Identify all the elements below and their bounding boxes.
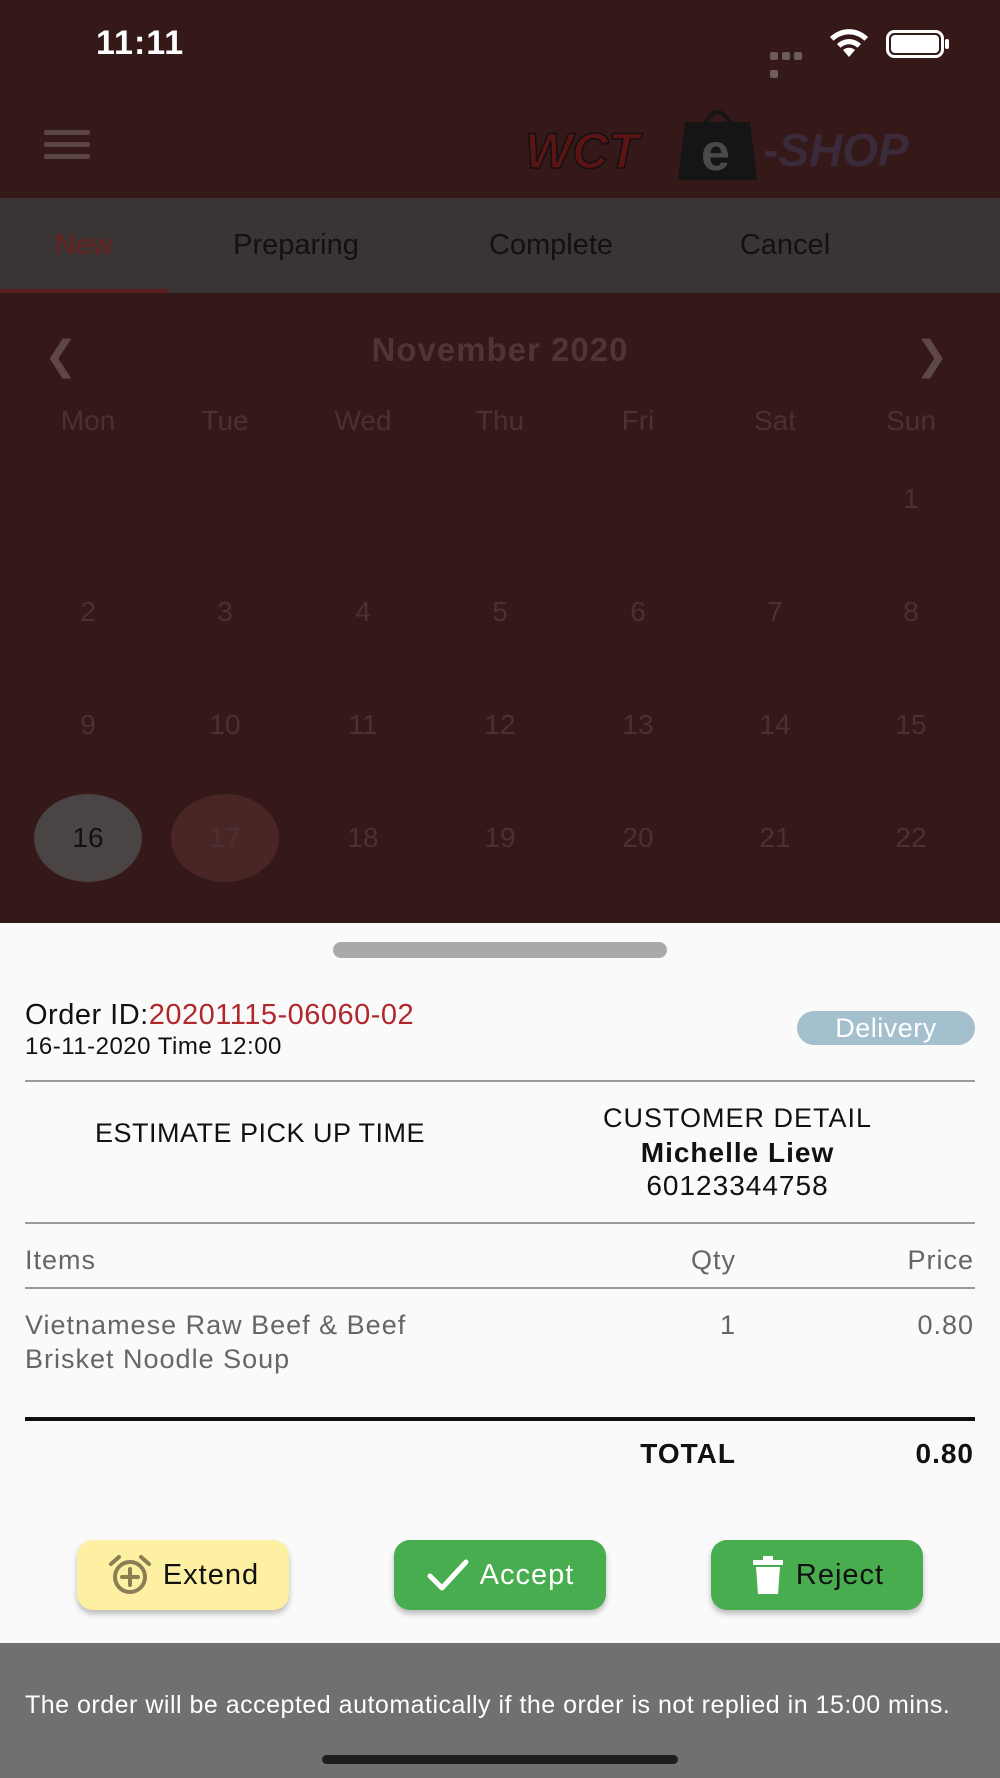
calendar: ❮ November 2020 ❯ Mon Tue Wed Thu Fri Sa…	[0, 293, 1000, 923]
wifi-icon	[830, 29, 868, 57]
order-id-line: Order ID:20201115-06060-02	[25, 999, 414, 1032]
calendar-day[interactable]: 5	[431, 596, 569, 628]
trash-icon	[752, 1556, 783, 1594]
accept-button[interactable]: Accept	[394, 1540, 606, 1610]
customer-name: Michelle Liew	[640, 1137, 835, 1168]
item-name: Vietnamese Raw Beef & Beef Brisket Noodl…	[25, 1308, 585, 1376]
calendar-day[interactable]: 6	[569, 596, 707, 628]
calendar-day[interactable]: 12	[431, 709, 569, 741]
divider	[25, 1287, 975, 1289]
order-id-label: Order ID:	[25, 999, 149, 1031]
accept-button-label: Accept	[479, 1558, 575, 1591]
calendar-day[interactable]: 1	[842, 483, 980, 515]
calendar-day[interactable]: 21	[706, 822, 844, 854]
order-id-value: 20201115-06060-02	[148, 999, 415, 1031]
customer-detail-title: CUSTOMER DETAIL	[602, 1103, 873, 1133]
extend-button-label: Extend	[162, 1558, 260, 1591]
status-time: 11:11	[96, 24, 185, 62]
home-indicator[interactable]	[322, 1755, 678, 1764]
calendar-day[interactable]: 3	[156, 596, 294, 628]
calendar-day[interactable]: 11	[294, 709, 432, 741]
calendar-day[interactable]: 4	[294, 596, 432, 628]
reject-button-label: Reject	[795, 1558, 885, 1591]
extend-button[interactable]: Extend	[77, 1540, 289, 1610]
calendar-day[interactable]: 15	[842, 709, 980, 741]
item-price: 0.80	[917, 1310, 974, 1340]
svg-text:e: e	[701, 124, 730, 182]
total-divider	[25, 1417, 975, 1421]
reject-button[interactable]: Reject	[711, 1540, 923, 1610]
calendar-day[interactable]: 18	[294, 822, 432, 854]
delivery-type-badge: Delivery	[797, 1011, 975, 1045]
total-label: TOTAL	[640, 1438, 736, 1469]
weekday-label: Fri	[621, 405, 655, 436]
app-header: WCT e -SHOP	[0, 90, 1000, 198]
customer-phone[interactable]: 60123344758	[500, 1170, 975, 1202]
svg-text:WCT: WCT	[525, 123, 643, 179]
calendar-day[interactable]: 19	[431, 822, 569, 854]
signal-icon	[770, 47, 816, 78]
calendar-day[interactable]: 10	[156, 709, 294, 741]
next-month-icon[interactable]: ❯	[915, 333, 949, 379]
sheet-drag-handle[interactable]	[333, 942, 667, 958]
order-datetime: 16-11-2020 Time 12:00	[25, 1033, 282, 1060]
order-detail-sheet: Order ID:20201115-06060-02 16-11-2020 Ti…	[0, 923, 1000, 1643]
check-icon	[427, 1559, 469, 1591]
calendar-month-title: November 2020	[371, 331, 629, 368]
estimate-pickup-label: ESTIMATE PICK UP TIME	[94, 1118, 426, 1148]
item-qty: 1	[719, 1310, 736, 1340]
tab-cancel[interactable]: Cancel	[700, 198, 870, 293]
weekday-label: Tue	[201, 405, 249, 436]
tab-new[interactable]: New	[0, 198, 168, 293]
auto-accept-footer: The order will be accepted automatically…	[0, 1643, 1000, 1778]
price-column-header: Price	[907, 1245, 974, 1275]
weekday-label: Sat	[753, 405, 797, 436]
calendar-day[interactable]: 20	[569, 822, 707, 854]
brand-logo: WCT e -SHOP	[525, 110, 909, 182]
status-bar: 11:11	[0, 0, 1000, 90]
calendar-day[interactable]: 17	[156, 822, 294, 854]
weekday-label: Wed	[334, 405, 392, 436]
tab-complete[interactable]: Complete	[450, 198, 652, 293]
item-name-line: Vietnamese Raw Beef & Beef	[25, 1310, 407, 1340]
calendar-day[interactable]: 22	[842, 822, 980, 854]
calendar-day[interactable]: 9	[19, 709, 157, 741]
calendar-day[interactable]: 14	[706, 709, 844, 741]
calendar-day[interactable]: 8	[842, 596, 980, 628]
total-value: 0.80	[915, 1438, 974, 1469]
calendar-day[interactable]: 13	[569, 709, 707, 741]
weekday-label: Mon	[60, 405, 116, 436]
auto-accept-note: The order will be accepted automatically…	[25, 1691, 951, 1719]
weekday-label: Sun	[886, 405, 936, 436]
divider	[25, 1222, 975, 1224]
order-status-tabs: New Preparing Complete Cancel	[0, 198, 1000, 293]
items-column-header: Items	[25, 1245, 97, 1275]
alarm-add-icon	[108, 1555, 151, 1594]
calendar-day[interactable]: 7	[706, 596, 844, 628]
item-name-line: Brisket Noodle Soup	[25, 1344, 291, 1374]
battery-icon	[886, 30, 949, 58]
tab-preparing[interactable]: Preparing	[190, 198, 402, 293]
svg-text:-SHOP: -SHOP	[763, 124, 909, 176]
qty-column-header: Qty	[690, 1245, 736, 1275]
hamburger-menu-icon[interactable]	[44, 130, 90, 160]
divider	[25, 1080, 975, 1082]
calendar-day[interactable]: 16	[19, 822, 157, 854]
calendar-day[interactable]: 2	[19, 596, 157, 628]
weekday-label: Thu	[475, 405, 525, 436]
